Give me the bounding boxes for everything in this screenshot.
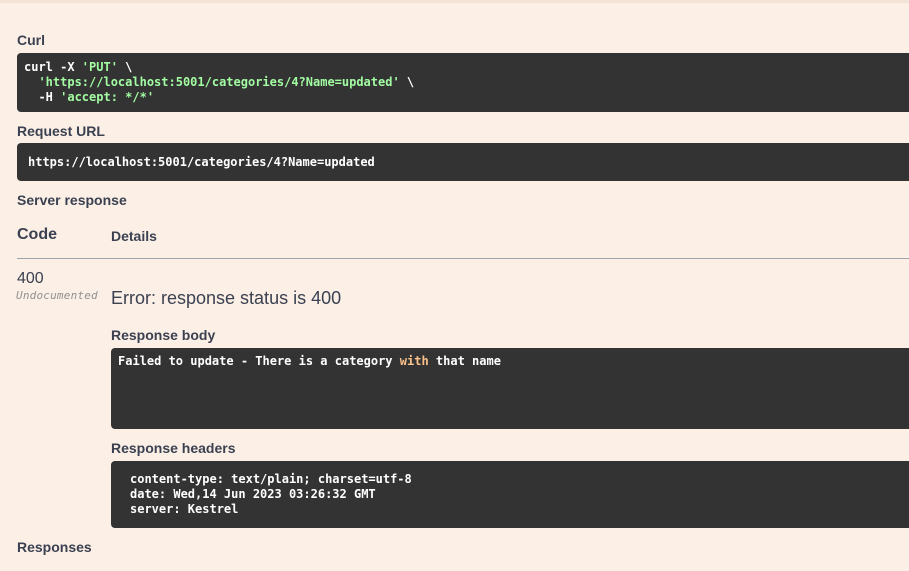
code-column-header: Code <box>17 226 57 243</box>
server-response-label: Server response <box>17 192 127 208</box>
header-line: server: Kestrel <box>130 502 239 516</box>
response-code: 400 <box>17 270 44 287</box>
curl-line-3: -H 'accept: */*' <box>24 90 155 104</box>
curl-line-1: curl -X 'PUT' \ <box>24 60 133 74</box>
response-body-label: Response body <box>111 327 216 343</box>
response-headers-block[interactable]: content-type: text/plain; charset=utf-8 … <box>111 461 909 528</box>
response-headers-label: Response headers <box>111 440 236 456</box>
request-url-label: Request URL <box>17 123 105 139</box>
curl-code-block[interactable]: curl -X 'PUT' \ 'https://localhost:5001/… <box>17 53 909 112</box>
undocumented-note: Undocumented <box>16 289 98 302</box>
table-divider <box>17 258 909 259</box>
response-body-text: Failed to update - There is a category w… <box>118 354 501 368</box>
details-column-header: Details <box>111 228 157 244</box>
top-border <box>0 0 909 3</box>
request-url-value: https://localhost:5001/categories/4?Name… <box>28 155 375 169</box>
request-url-block[interactable]: https://localhost:5001/categories/4?Name… <box>17 143 909 181</box>
responses-label: Responses <box>17 539 92 555</box>
curl-line-2: 'https://localhost:5001/categories/4?Nam… <box>38 75 415 89</box>
response-body-block[interactable]: Failed to update - There is a category w… <box>111 348 909 429</box>
header-line: date: Wed,14 Jun 2023 03:26:32 GMT <box>130 487 376 501</box>
error-message: Error: response status is 400 <box>111 288 342 308</box>
header-line: content-type: text/plain; charset=utf-8 <box>130 472 412 486</box>
curl-label: Curl <box>17 32 45 48</box>
